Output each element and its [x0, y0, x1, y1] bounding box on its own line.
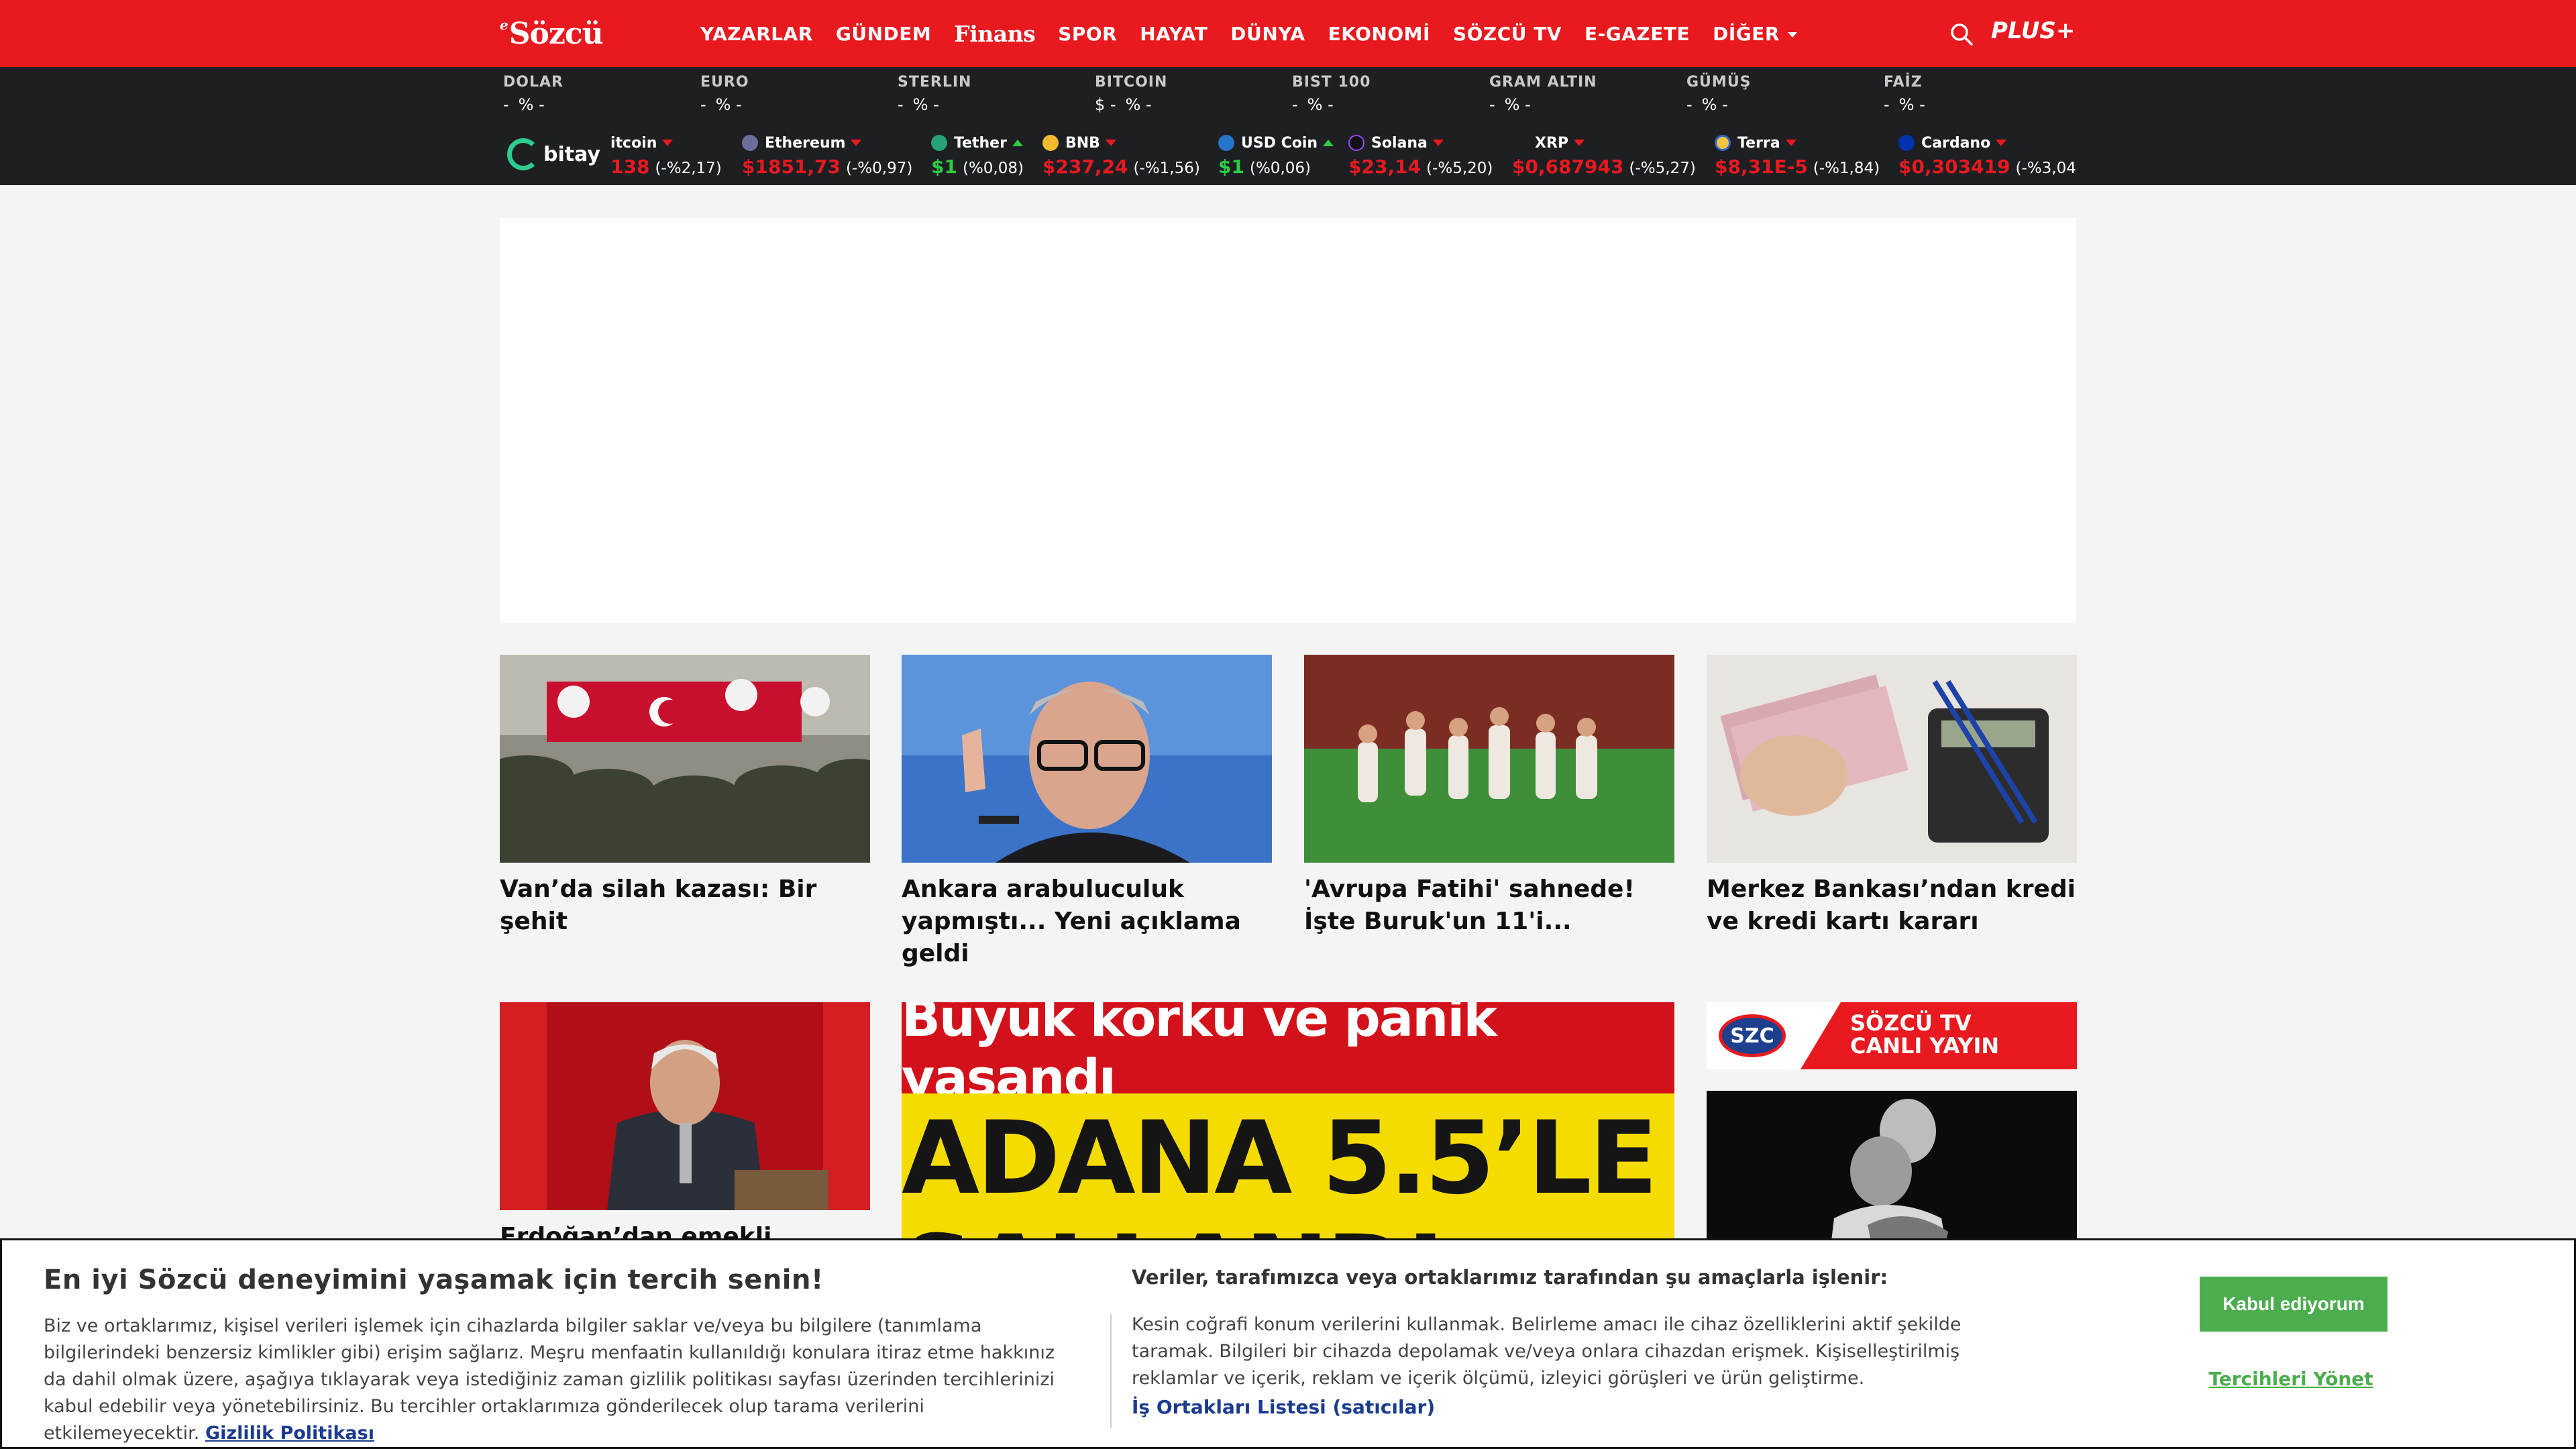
purposes-title: Veriler, tarafımızca veya ortaklarımız t…	[1132, 1266, 1888, 1289]
privacy-policy-link[interactable]: Gizlilik Politikası	[205, 1423, 374, 1444]
news-card[interactable]: Merkez Bankası’ndan kredi ve kredi kartı…	[1707, 655, 2077, 938]
sozcu-logo[interactable]: eSözcü	[500, 15, 604, 52]
nav-hayat[interactable]: HAYAT	[1140, 23, 1208, 45]
coin-cardano[interactable]: Cardano $0,303419 (-%3,04	[1898, 133, 2076, 180]
purposes-description: Kesin coğrafi konum verilerini kullanmak…	[1132, 1314, 1962, 1389]
market-bitcoin[interactable]: BITCOIN $ -% -	[1095, 71, 1283, 125]
cardano-icon	[1898, 135, 1915, 151]
szc-logo: SZC	[1719, 1014, 1786, 1057]
xrp-icon	[1512, 135, 1528, 151]
nav-gundem[interactable]: GÜNDEM	[836, 23, 931, 45]
market-bist-100[interactable]: BIST 100 -% -	[1292, 71, 1480, 125]
top-navigation-bar: eSözcü YAZARLAR GÜNDEM Finans SPOR HAYAT…	[0, 0, 2576, 67]
nav-dunya[interactable]: DÜNYA	[1230, 23, 1305, 45]
up-arrow-icon	[1323, 140, 1334, 146]
bnb-icon	[1042, 135, 1059, 151]
solana-icon	[1348, 135, 1364, 151]
coin-xrp[interactable]: XRP $0,687943 (-%5,27)	[1512, 133, 1696, 180]
market-euro[interactable]: EURO -% -	[700, 71, 888, 125]
news-card[interactable]: 'Avrupa Fatihi' sahnede! İşte Buruk'un 1…	[1304, 655, 1674, 938]
accept-button[interactable]: Kabul ediyorum	[2200, 1277, 2387, 1332]
usd-coin-icon	[1218, 135, 1234, 151]
coin-solana[interactable]: Solana $23,14 (-%5,20)	[1348, 133, 1493, 180]
news-image-soldiers	[500, 655, 870, 863]
down-arrow-icon	[662, 140, 674, 146]
news-card[interactable]: Erdoğan’dan emekli	[500, 1002, 870, 1253]
market-dolar[interactable]: DOLAR -% -	[503, 71, 691, 125]
news-card[interactable]: Van’da silah kazası: Bir şehit	[500, 655, 870, 938]
market-sterlin[interactable]: STERLIN -% -	[898, 71, 1085, 125]
coin-ethereum[interactable]: Ethereum $1851,73 (-%0,97)	[742, 133, 912, 180]
bitay-icon	[507, 138, 539, 170]
news-title[interactable]: Van’da silah kazası: Bir şehit	[500, 873, 870, 938]
nav-sozcu-tv[interactable]: SÖZCÜ TV	[1453, 23, 1562, 45]
partners-list-link[interactable]: İş Ortakları Listesi (satıcılar)	[1132, 1396, 1435, 1418]
currency-row: DOLAR -% - EURO -% - STERLIN -% - BITCOI…	[503, 71, 2076, 125]
down-arrow-icon	[1105, 140, 1116, 146]
markets-ticker: DOLAR -% - EURO -% - STERLIN -% - BITCOI…	[0, 67, 2576, 185]
tv-subtitle: CANLI YAYIN	[1850, 1033, 2000, 1059]
down-arrow-icon	[1432, 140, 1444, 146]
nav-diger-dropdown[interactable]: DİĞER	[1713, 23, 1797, 45]
coin-tether[interactable]: Tether $1 (%0,08)	[931, 133, 1024, 180]
featured-big-text: ADANA 5.5’LE SALLANDI	[902, 1100, 1658, 1257]
market-gram-altin[interactable]: GRAM ALTIN -% -	[1489, 71, 1677, 125]
ethereum-icon	[742, 135, 758, 151]
coin-bitcoin[interactable]: itcoin 138 (-%2,17)	[610, 133, 722, 180]
up-arrow-icon	[1012, 140, 1023, 146]
down-arrow-icon	[1996, 140, 2007, 146]
news-image-erdogan	[500, 1002, 870, 1210]
news-image-diplomat	[902, 655, 1272, 863]
sozcu-plus-link[interactable]: PLUS+	[1991, 17, 2075, 44]
sozcu-tv-live-banner[interactable]: SZC SÖZCÜ TV CANLI YAYIN	[1707, 1002, 2077, 1069]
tether-icon	[931, 135, 947, 151]
market-gumus[interactable]: GÜMÜŞ -% -	[1686, 71, 1874, 125]
coin-bnb[interactable]: BNB $237,24 (-%1,56)	[1042, 133, 1200, 180]
nav-finans[interactable]: Finans	[954, 21, 1035, 47]
news-card[interactable]: Ankara arabuluculuk yapmıştı... Yeni açı…	[902, 655, 1272, 970]
cookie-consent-banner: En iyi Sözcü deneyimini yaşamak için ter…	[0, 1238, 2576, 1449]
coin-terra[interactable]: Terra $8,31E-5 (-%1,84)	[1715, 133, 1880, 180]
news-image-football	[1304, 655, 1674, 863]
news-title[interactable]: Ankara arabuluculuk yapmıştı... Yeni açı…	[902, 873, 1272, 970]
consent-title: En iyi Sözcü deneyimini yaşamak için ter…	[44, 1265, 824, 1295]
nav-spor[interactable]: SPOR	[1058, 23, 1117, 45]
search-icon[interactable]	[1949, 22, 1974, 46]
chevron-down-icon	[1787, 32, 1797, 38]
news-title[interactable]: Merkez Bankası’ndan kredi ve kredi kartı…	[1707, 873, 2077, 938]
news-image-lira-calculator	[1707, 655, 2077, 863]
manage-preferences-link[interactable]: Tercihleri Yönet	[2205, 1368, 2377, 1390]
nav-yazarlar[interactable]: YAZARLAR	[700, 23, 813, 45]
down-arrow-icon	[1785, 140, 1796, 146]
down-arrow-icon	[1574, 140, 1585, 146]
consent-description: Biz ve ortaklarımız, kişisel verileri iş…	[44, 1316, 1055, 1444]
coin-usd-coin[interactable]: USD Coin $1 (%0,06)	[1218, 133, 1334, 180]
terra-icon	[1715, 135, 1731, 151]
advertisement-slot	[500, 218, 2076, 623]
market-faiz[interactable]: FAİZ -% -	[1884, 71, 2072, 125]
tv-title: SÖZCÜ TV	[1850, 1010, 1972, 1036]
bitay-sponsor-logo[interactable]: bitay	[507, 138, 600, 170]
featured-news-adana[interactable]: Büyük korku ve panik yaşandı ADANA 5.5’L…	[902, 1002, 1674, 1257]
down-arrow-icon	[851, 140, 862, 146]
news-title[interactable]: 'Avrupa Fatihi' sahnede! İşte Buruk'un 1…	[1304, 873, 1674, 938]
crypto-ticker: bitay itcoin 138 (-%2,17) Ethereum $1851,…	[503, 127, 2076, 181]
main-menu: YAZARLAR GÜNDEM Finans SPOR HAYAT DÜNYA …	[700, 0, 1820, 67]
featured-headline: Büyük korku ve panik yaşandı	[902, 1002, 1497, 1108]
nav-ekonomi[interactable]: EKONOMİ	[1328, 23, 1430, 45]
nav-e-gazete[interactable]: E-GAZETE	[1585, 23, 1690, 45]
divider	[1110, 1314, 1112, 1428]
